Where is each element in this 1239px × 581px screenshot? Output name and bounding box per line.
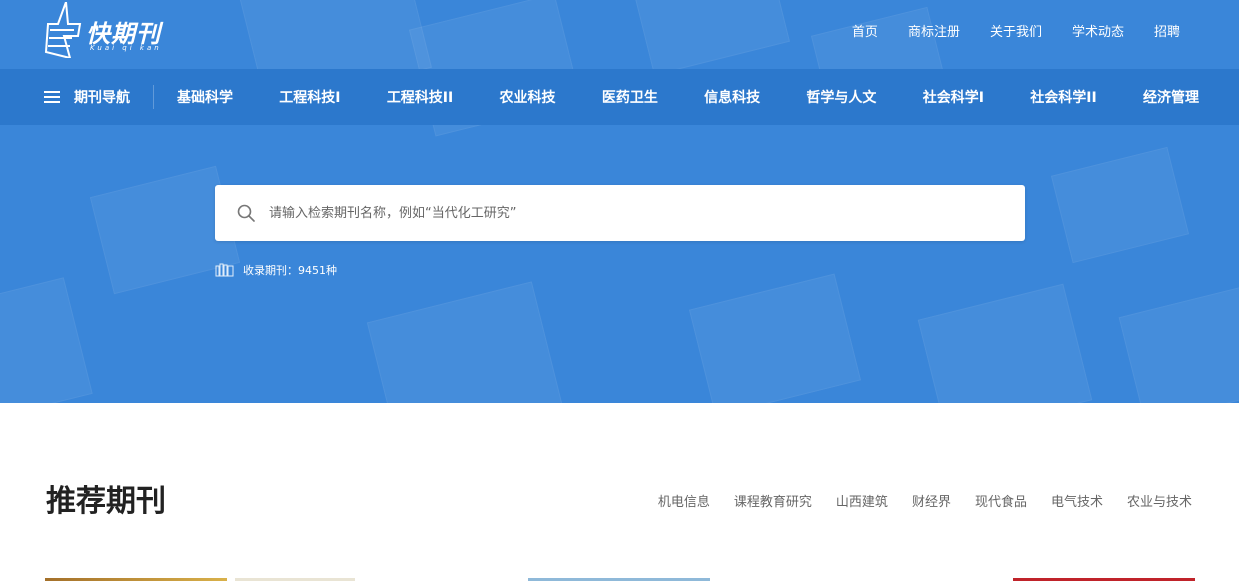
rec-tag-jidian-xinxi[interactable]: 机电信息	[658, 491, 710, 510]
nav-item-information-tech[interactable]: 信息科技	[704, 87, 760, 107]
nav-item-engineering-1[interactable]: 工程科技I	[279, 87, 340, 107]
nav-item-economics-management[interactable]: 经济管理	[1143, 87, 1199, 107]
search-input[interactable]	[269, 185, 1009, 241]
rec-tag-caijingjie[interactable]: 财经界	[912, 491, 951, 510]
top-link-home[interactable]: 首页	[852, 21, 878, 40]
top-link-academic-news[interactable]: 学术动态	[1072, 21, 1124, 40]
journal-search-box	[215, 185, 1025, 241]
rec-tag-shanxi-jianzhu[interactable]: 山西建筑	[836, 491, 888, 510]
top-link-trademark[interactable]: 商标注册	[908, 21, 960, 40]
logo-pinyin: Kuai qi kan	[90, 44, 162, 52]
rec-tag-kecheng-jiaoyu[interactable]: 课程教育研究	[734, 491, 812, 510]
journal-nav-menu-button[interactable]: 期刊导航	[44, 87, 130, 107]
journals-stack-icon	[215, 263, 234, 277]
top-header: 快期刊 Kuai qi kan 首页 商标注册 关于我们 学术动态 招聘	[0, 0, 1239, 69]
site-logo[interactable]: 快期刊 Kuai qi kan	[44, 2, 170, 58]
top-link-about[interactable]: 关于我们	[990, 21, 1042, 40]
nav-item-social-science-2[interactable]: 社会科学II	[1030, 87, 1096, 107]
recommended-journal-tags: 机电信息 课程教育研究 山西建筑 财经界 现代食品 电气技术 农业与技术	[634, 491, 1192, 510]
nav-item-medicine[interactable]: 医药卫生	[602, 87, 658, 107]
hamburger-menu-icon	[44, 90, 60, 104]
rec-tag-dianqi-jishu[interactable]: 电气技术	[1051, 491, 1103, 510]
category-nav-items: 基础科学 工程科技I 工程科技II 农业科技 医药卫生 信息科技 哲学与人文 社…	[154, 69, 1199, 125]
collection-count: 收录期刊：9451种	[215, 262, 337, 278]
nav-item-agriculture[interactable]: 农业科技	[500, 87, 556, 107]
logo-emblem-icon	[44, 2, 82, 58]
top-links: 首页 商标注册 关于我们 学术动态 招聘	[822, 21, 1180, 40]
nav-item-engineering-2[interactable]: 工程科技II	[387, 87, 453, 107]
nav-item-basic-science[interactable]: 基础科学	[177, 87, 233, 107]
nav-item-philosophy-humanities[interactable]: 哲学与人文	[806, 87, 876, 107]
rec-tag-nongye-jishu[interactable]: 农业与技术	[1127, 491, 1192, 510]
category-nav-bar: 期刊导航 基础科学 工程科技I 工程科技II 农业科技 医药卫生 信息科技 哲学…	[0, 69, 1239, 125]
nav-item-social-science-1[interactable]: 社会科学I	[923, 87, 984, 107]
collection-count-text: 收录期刊：9451种	[243, 264, 337, 277]
top-link-jobs[interactable]: 招聘	[1154, 21, 1180, 40]
hero-banner: 快期刊 Kuai qi kan 首页 商标注册 关于我们 学术动态 招聘 期刊导…	[0, 0, 1239, 403]
search-icon[interactable]	[237, 204, 255, 222]
rec-tag-xiandai-shipin[interactable]: 现代食品	[975, 491, 1027, 510]
recommended-journals-title: 推荐期刊	[46, 484, 166, 519]
journal-nav-label: 期刊导航	[74, 90, 130, 106]
